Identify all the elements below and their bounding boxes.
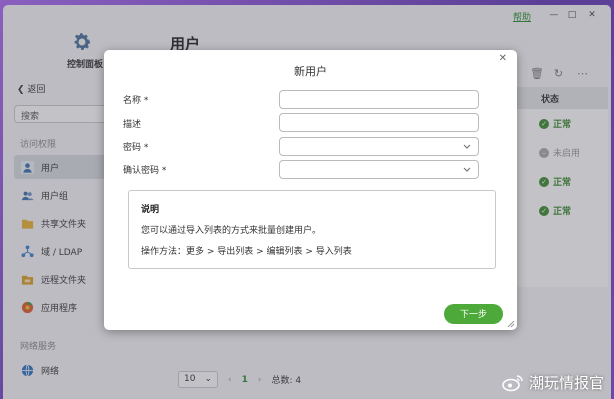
next-button[interactable]: 下一步 [444, 304, 503, 324]
close-icon[interactable]: ✕ [499, 53, 507, 64]
watermark: 潮玩情报官 [502, 372, 604, 393]
dialog-title: 新用户 [294, 65, 327, 78]
weibo-logo-icon [502, 374, 523, 391]
name-label: 名称 * [123, 96, 149, 106]
info-line: 您可以通过导入列表的方式来批量创建用户。 [141, 226, 322, 236]
resize-grip-icon[interactable] [505, 318, 515, 328]
info-title: 说明 [141, 205, 160, 215]
info-instructions: 操作方法：更多 > 导出列表 > 编辑列表 > 导入列表 [141, 247, 352, 257]
confirm-password-field[interactable] [279, 160, 479, 179]
description-field[interactable] [279, 113, 479, 132]
description-label: 描述 [123, 120, 142, 130]
watermark-text: 潮玩情报官 [528, 374, 604, 392]
new-user-dialog: 新用户 ✕ 名称 * 描述 密码 * 确认密码 * 说明 您可以通过导入列表的方… [104, 50, 517, 330]
confirm-password-label: 确认密码 * [123, 166, 167, 176]
password-label: 密码 * [123, 143, 149, 153]
password-field[interactable] [279, 137, 479, 156]
chevron-down-icon[interactable] [462, 164, 472, 174]
info-box: 说明 您可以通过导入列表的方式来批量创建用户。 操作方法：更多 > 导出列表 >… [128, 190, 496, 269]
chevron-down-icon[interactable] [462, 141, 472, 151]
name-field[interactable] [279, 90, 479, 109]
